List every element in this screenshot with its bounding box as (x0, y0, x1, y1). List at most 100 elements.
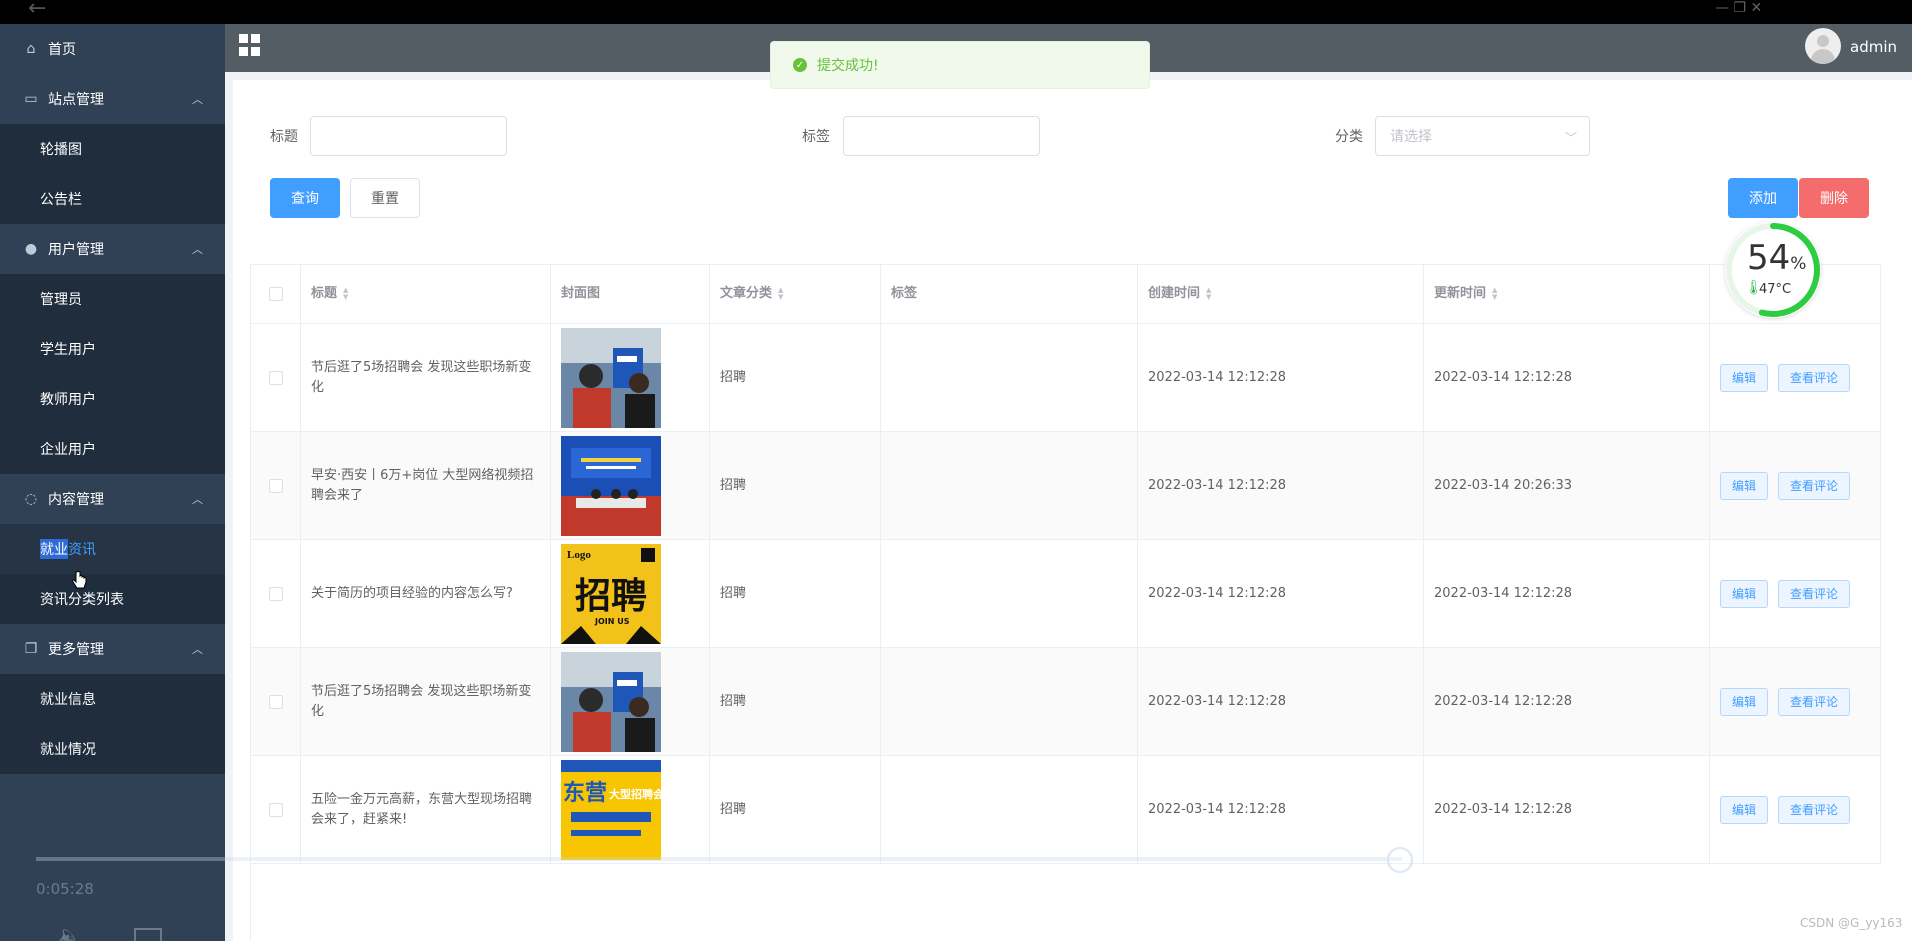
edit-button[interactable]: 编辑 (1720, 687, 1769, 716)
title-filter-label: 标题 (270, 129, 298, 145)
chevron-up-icon: ︿ (192, 93, 203, 106)
table-row: 早安·西安丨6万+岗位 大型网络视频招聘会来了 招聘 2022-03-14 12:1… (251, 432, 1881, 540)
cpu-percent-value: 54 (1747, 238, 1791, 278)
cover-cell (551, 324, 710, 431)
avatar[interactable] (1805, 28, 1841, 64)
row-select-cell (251, 648, 301, 755)
row-created: 2022-03-14 12:12:28 (1148, 369, 1287, 385)
sidebar-item-carousel[interactable]: 轮播图 (0, 124, 225, 174)
chevron-down-icon: ﹀ (1564, 131, 1577, 145)
sidebar-item-job-status[interactable]: 就业情况 (0, 724, 225, 774)
edit-button[interactable]: 编辑 (1720, 795, 1769, 824)
sidebar-item-students[interactable]: 学生用户 (0, 324, 225, 374)
check-circle-icon: ✓ (793, 58, 807, 72)
edit-button[interactable]: 编辑 (1720, 471, 1769, 500)
username[interactable]: admin (1850, 38, 1897, 56)
view-comments-button[interactable]: 查看评论 (1778, 795, 1851, 824)
view-comments-button[interactable]: 查看评论 (1778, 687, 1851, 716)
row-checkbox[interactable] (268, 802, 283, 817)
category-cell: 招聘 (710, 432, 881, 539)
created-cell: 2022-03-14 12:12:28 (1138, 756, 1424, 863)
chat-icon: ◌ (24, 491, 38, 507)
sidebar-item-notice[interactable]: 公告栏 (0, 174, 225, 224)
sidebar-item-news-categories[interactable]: 资讯分类列表 (0, 574, 225, 624)
fullscreen-icon[interactable] (134, 928, 162, 941)
search-button[interactable]: 查询 (270, 178, 340, 218)
sidebar-item-admins[interactable]: 管理员 (0, 274, 225, 324)
header-category[interactable]: 文章分类 ▲ ▼ (710, 265, 881, 323)
actions-cell: 编辑 查看评论 (1710, 324, 1881, 431)
sidebar-item-job-info[interactable]: 就业信息 (0, 674, 225, 724)
sort-icon[interactable]: ▲ ▼ (343, 287, 348, 301)
header-title[interactable]: 标题 ▲ ▼ (301, 265, 551, 323)
add-button[interactable]: 添加 (1728, 178, 1798, 218)
sidebar-group-users[interactable]: ● 用户管理 ︿ (0, 224, 225, 274)
sidebar-item-home[interactable]: ⌂ 首页 (0, 24, 225, 74)
tag-filter-label: 标签 (802, 129, 830, 145)
category-select[interactable]: 请选择 ﹀ (1375, 116, 1590, 156)
minimize-icon[interactable]: — (1715, 0, 1729, 16)
copy-icon: ❐ (24, 641, 38, 657)
row-created: 2022-03-14 12:12:28 (1148, 801, 1287, 817)
header-label: 标签 (891, 286, 918, 301)
restore-icon[interactable]: ❐ (1733, 0, 1746, 16)
sidebar-group-more[interactable]: ❐ 更多管理 ︿ (0, 624, 225, 674)
monitor-icon: ▭ (24, 91, 38, 107)
main-content: 标题 标签 分类 请选择 ﹀ 查询 重置 添加 删除 标题 ▲ ▼ 封面图 文章分类… (225, 72, 1912, 941)
row-updated: 2022-03-14 12:12:28 (1434, 801, 1573, 817)
volume-icon[interactable]: 🔈 (58, 925, 80, 941)
sort-icon[interactable]: ▲ ▼ (778, 287, 783, 301)
row-title: 关于简历的项目经验的内容怎么写? (311, 585, 513, 601)
select-all-cell (251, 265, 301, 323)
close-icon[interactable]: ✕ (1750, 0, 1762, 16)
cover-image (561, 435, 661, 536)
row-category: 招聘 (720, 477, 747, 493)
sidebar-item-job-news[interactable]: 就业 资讯 (0, 524, 225, 574)
reset-button[interactable]: 重置 (350, 178, 420, 218)
view-comments-button[interactable]: 查看评论 (1778, 363, 1851, 392)
updated-cell: 2022-03-14 20:26:33 (1424, 432, 1710, 539)
header-label: 标题 (311, 286, 338, 301)
sort-icon[interactable]: ▲ ▼ (1206, 287, 1211, 301)
back-arrow-icon[interactable]: ← (28, 0, 46, 21)
cover-join-text: JOIN US (594, 617, 630, 626)
row-checkbox[interactable] (268, 586, 283, 601)
table-row: 五险一金万元高薪，东营大型现场招聘会来了，赶紧来! 东营 大型招聘会 招聘 2022-0… (251, 756, 1881, 864)
row-checkbox[interactable] (268, 694, 283, 709)
sidebar-item-label: 用户管理 (48, 242, 104, 258)
tag-cell (881, 648, 1138, 755)
video-progress-knob[interactable] (1387, 847, 1413, 873)
sidebar-item-teachers[interactable]: 教师用户 (0, 374, 225, 424)
category-cell: 招聘 (710, 324, 881, 431)
title-filter-input[interactable] (310, 116, 507, 156)
news-table: 标题 ▲ ▼ 封面图 文章分类 ▲ ▼ 标签 创建时间 ▲ ▼ 更新时间 ▲ ▼ 节后逛了5场招… (250, 264, 1881, 941)
row-updated: 2022-03-14 12:12:28 (1434, 369, 1573, 385)
header-created[interactable]: 创建时间 ▲ ▼ (1138, 265, 1424, 323)
edit-button[interactable]: 编辑 (1720, 363, 1769, 392)
header-label: 更新时间 (1434, 286, 1487, 301)
sidebar-group-content[interactable]: ◌ 内容管理 ︿ (0, 474, 225, 524)
category-cell: 招聘 (710, 756, 881, 863)
video-progress-track[interactable] (36, 857, 1402, 861)
select-all-checkbox[interactable] (268, 287, 283, 301)
view-comments-button[interactable]: 查看评论 (1778, 471, 1851, 500)
view-comments-button[interactable]: 查看评论 (1778, 579, 1851, 608)
updated-cell: 2022-03-14 12:12:28 (1424, 648, 1710, 755)
row-checkbox[interactable] (268, 478, 283, 493)
table-row: 节后逛了5场招聘会 发现这些职场新变化 招聘 2022-03-14 12:12:28… (251, 648, 1881, 756)
delete-button[interactable]: 删除 (1799, 178, 1869, 218)
row-created: 2022-03-14 12:12:28 (1148, 693, 1287, 709)
hand-cursor-icon (72, 571, 87, 589)
sort-icon[interactable]: ▲ ▼ (1492, 287, 1497, 301)
menu-toggle-icon[interactable] (239, 34, 261, 56)
tag-filter-input[interactable] (843, 116, 1040, 156)
cpu-usage-widget[interactable]: 54% 🌡 47°C (1725, 222, 1821, 318)
edit-button[interactable]: 编辑 (1720, 579, 1769, 608)
header-updated[interactable]: 更新时间 ▲ ▼ (1424, 265, 1710, 323)
created-cell: 2022-03-14 12:12:28 (1138, 540, 1424, 647)
row-checkbox[interactable] (268, 370, 283, 385)
sidebar-group-site[interactable]: ▭ 站点管理 ︿ (0, 74, 225, 124)
sidebar-item-label: 就业信息 (40, 692, 96, 708)
chevron-up-icon: ︿ (192, 643, 203, 656)
sidebar-item-companies[interactable]: 企业用户 (0, 424, 225, 474)
